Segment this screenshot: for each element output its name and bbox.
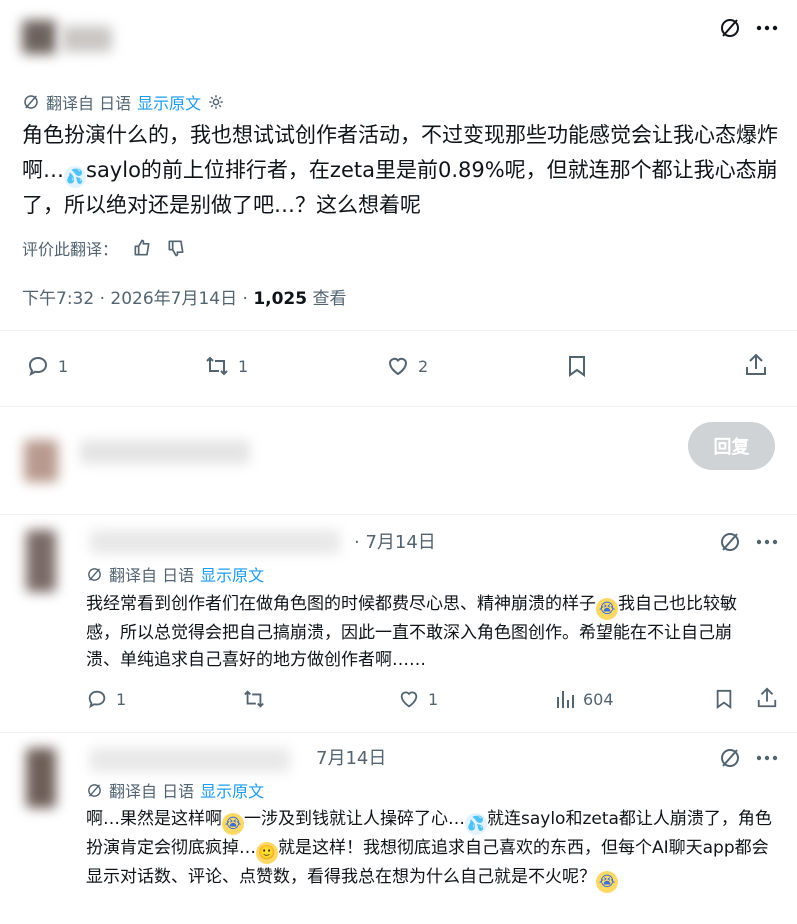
reply-count: 1 <box>116 689 127 709</box>
heart-icon <box>400 691 418 708</box>
repost-icon <box>244 690 264 708</box>
reply-text: 我经常看到创作者们在做角色图的时候都费尽心思、精神崩溃的样子 😭 我自己也比较敏感，… <box>86 591 756 674</box>
views-icon <box>557 691 574 708</box>
more-icon[interactable] <box>753 744 781 772</box>
sweat-droplets-emoji: 💦 <box>465 813 487 835</box>
views-count: 1,025 <box>253 289 308 309</box>
heart-icon <box>388 357 408 376</box>
repost-action[interactable]: 1 <box>204 354 248 378</box>
crying-face-emoji: 😭 <box>596 871 618 893</box>
post-text-part-2: saylo的前上位排行者，在zeta里是前0.89%呢，但就连那个都让我心态崩了… <box>22 158 778 217</box>
reply-action[interactable]: 1 <box>86 688 126 710</box>
bookmark-icon[interactable] <box>566 354 588 378</box>
post-text: 角色扮演什么的，我也想试试创作者活动，不过变现那些功能感觉会让我心态爆炸啊… 💦 s… <box>22 118 782 223</box>
share-icon[interactable] <box>744 352 768 378</box>
show-original-link[interactable]: 显示原文 <box>137 90 201 114</box>
composer-input[interactable] <box>80 440 250 464</box>
repost-count: 1 <box>238 356 249 376</box>
reply-date[interactable]: 7月14日 <box>316 746 386 772</box>
gear-icon[interactable] <box>207 93 225 111</box>
reply-translation-info: 翻译自 日语 显示原文 <box>86 563 264 585</box>
reply-text-part-1: 啊…果然是这样啊 <box>86 809 222 829</box>
translate-toggle-icon[interactable] <box>716 528 744 556</box>
reply-icon <box>28 356 48 377</box>
smiling-face-emoji: 🙂 <box>256 842 278 864</box>
translate-icon <box>22 93 40 111</box>
rate-translation: 评价此翻译： <box>22 236 186 260</box>
rate-label: 评价此翻译： <box>22 240 119 259</box>
reply-text: 啊…果然是这样啊 😭 一涉及到钱就让人操碎了心… 💦 就连saylo和zeta都让人崩溃… <box>86 806 776 893</box>
reply-text-part-2: 一涉及到钱就让人操碎了心… <box>244 809 465 829</box>
reply-author-name[interactable] <box>90 748 290 772</box>
like-count: 2 <box>418 356 429 376</box>
reply-avatar[interactable] <box>26 748 56 808</box>
composer-avatar <box>24 440 58 482</box>
like-count: 1 <box>428 689 439 709</box>
crying-face-emoji: 😭 <box>222 813 244 835</box>
more-icon[interactable] <box>753 528 781 556</box>
post-time[interactable]: 下午7:32 · 2026年7月14日 · <box>22 289 253 309</box>
reply-date[interactable]: · 7月14日 <box>354 530 436 556</box>
translation-info: 翻译自 日语 显示原文 <box>22 90 225 114</box>
thumbs-up-icon[interactable] <box>132 238 152 258</box>
author-name[interactable] <box>62 26 112 52</box>
author-avatar[interactable] <box>22 20 56 54</box>
translate-icon <box>86 566 103 583</box>
translate-label: 翻译自 日语 <box>109 566 195 585</box>
reply-author-name[interactable] <box>90 530 340 554</box>
show-original-link[interactable]: 显示原文 <box>200 562 264 586</box>
reply-text-part-1: 我经常看到创作者们在做角色图的时候都费尽心思、精神崩溃的样子 <box>86 594 596 614</box>
views-action[interactable]: 604 <box>555 688 614 710</box>
thumbs-down-icon[interactable] <box>166 238 186 258</box>
repost-action[interactable] <box>242 688 266 710</box>
translate-label: 翻译自 日语 <box>46 94 132 113</box>
sweat-droplets-emoji: 💦 <box>64 166 86 188</box>
like-action[interactable]: 1 <box>398 688 438 710</box>
post-timestamp: 下午7:32 · 2026年7月14日 · 1,025 查看 <box>22 287 347 311</box>
share-icon[interactable] <box>756 686 778 710</box>
translate-toggle-icon[interactable] <box>716 14 744 42</box>
translate-icon <box>86 782 103 799</box>
more-icon[interactable] <box>753 14 781 42</box>
reply-count: 1 <box>58 356 69 376</box>
bookmark-icon[interactable] <box>714 688 734 710</box>
reply-icon <box>88 690 106 709</box>
views-count: 604 <box>583 689 614 709</box>
repost-icon <box>206 356 228 376</box>
crying-face-emoji: 😭 <box>596 598 618 620</box>
reply-button-label: 回复 <box>713 437 750 458</box>
reply-translation-info: 翻译自 日语 显示原文 <box>86 779 264 801</box>
translate-toggle-icon[interactable] <box>716 744 744 772</box>
translate-label: 翻译自 日语 <box>109 782 195 801</box>
show-original-link[interactable]: 显示原文 <box>200 778 264 802</box>
views-label: 查看 <box>307 289 347 309</box>
reply-action[interactable]: 1 <box>26 354 68 378</box>
reply-avatar[interactable] <box>26 530 56 592</box>
reply-button[interactable]: 回复 <box>688 422 775 470</box>
like-action[interactable]: 2 <box>386 354 428 378</box>
